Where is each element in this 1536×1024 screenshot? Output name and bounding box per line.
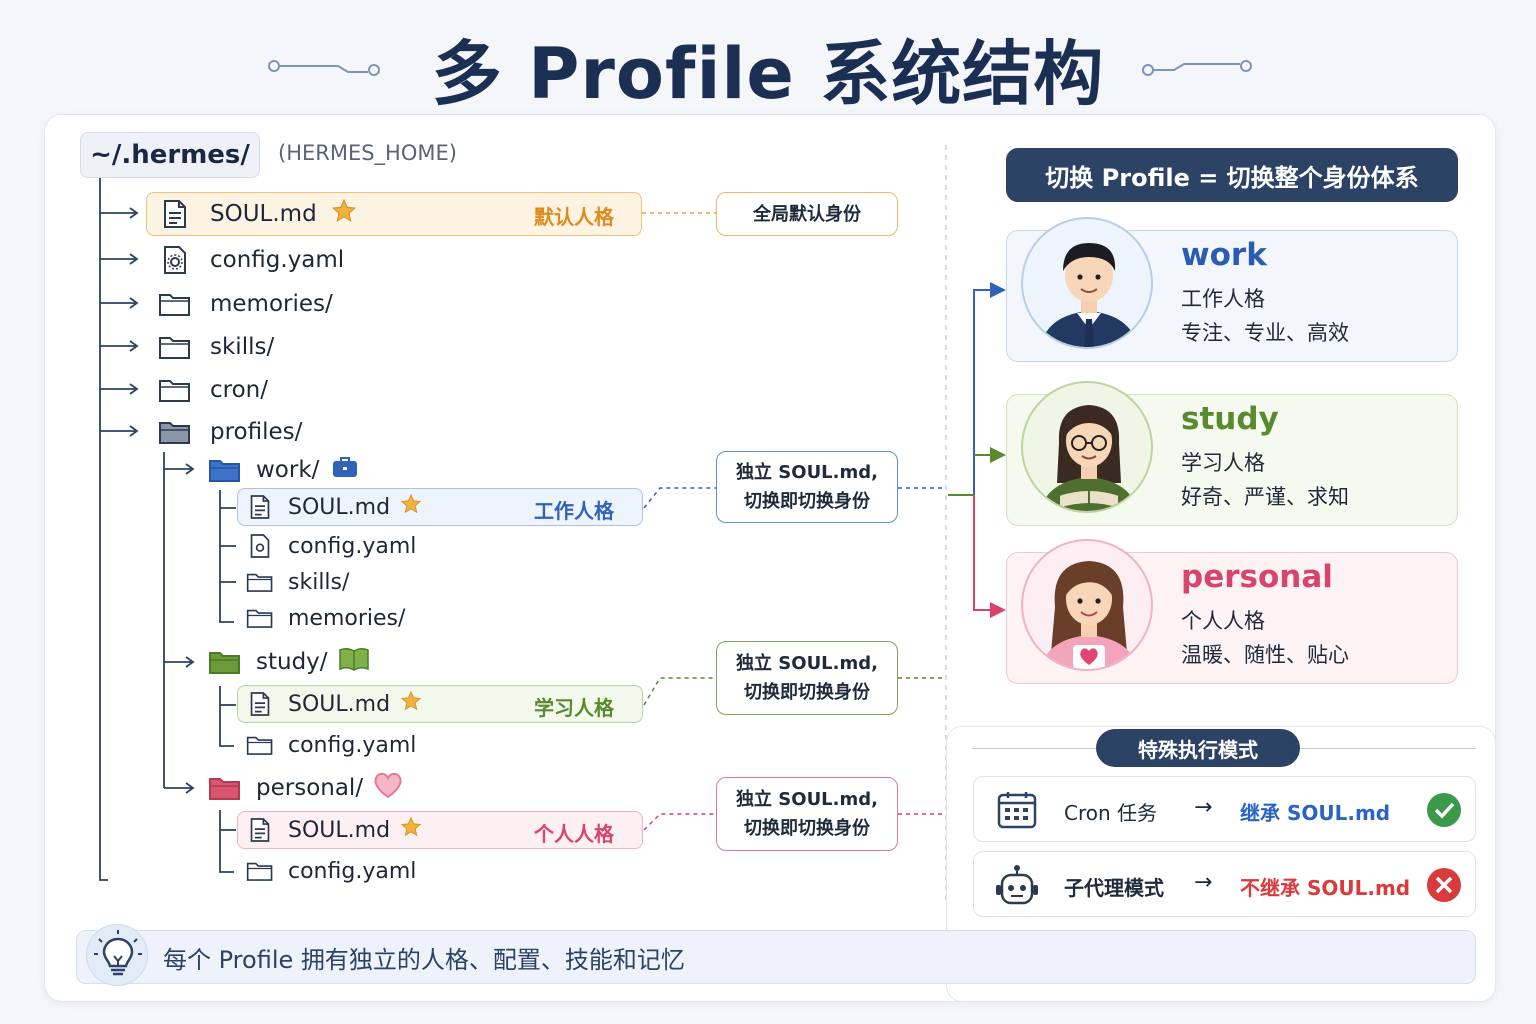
book-icon — [338, 646, 370, 678]
default-persona-tag: 默认人格 — [534, 205, 614, 229]
document-icon — [246, 494, 274, 520]
work-card-name: work — [1181, 237, 1267, 273]
study-persona-tag: 学习人格 — [534, 696, 614, 720]
folder-icon — [246, 733, 274, 757]
folder-icon — [158, 290, 192, 318]
lightbulb-icon — [86, 924, 148, 986]
root-directory: ~/.hermes/ — [80, 132, 260, 178]
footer-text: 每个 Profile 拥有独立的人格、配置、技能和记忆 — [163, 945, 685, 974]
config-file-icon — [246, 533, 274, 559]
switch-profile-header: 切换 Profile = 切换整个身份体系 — [1006, 148, 1458, 202]
folder-icon — [246, 859, 274, 883]
study-avatar — [1021, 381, 1153, 513]
personal-persona-tag: 个人人格 — [534, 822, 614, 846]
root-env-label: (HERMES_HOME) — [278, 141, 457, 165]
briefcase-icon — [331, 455, 359, 485]
tree-item-soul[interactable]: SOUL.md — [158, 194, 357, 234]
callout-line-1: 独立 SOUL.md, — [736, 653, 878, 674]
study-card-name: study — [1181, 401, 1279, 437]
work-soul-item[interactable]: SOUL.md — [246, 487, 422, 527]
document-icon — [246, 817, 274, 843]
study-card-role: 学习人格 — [1181, 451, 1265, 475]
work-avatar — [1021, 217, 1153, 349]
star-icon — [400, 816, 422, 844]
personal-avatar — [1021, 539, 1153, 671]
star-icon — [331, 198, 357, 230]
work-config-item[interactable]: config.yaml — [246, 526, 416, 566]
global-identity-callout: 全局默认身份 — [716, 192, 898, 236]
personal-card-role: 个人人格 — [1181, 609, 1265, 633]
folder-icon — [158, 376, 192, 404]
personal-independent-callout: 独立 SOUL.md, 切换即切换身份 — [716, 777, 898, 851]
work-card-traits: 专注、专业、高效 — [1181, 321, 1349, 345]
callout-line-2: 切换即切换身份 — [744, 818, 870, 839]
heart-icon — [373, 771, 403, 805]
personal-config-item[interactable]: config.yaml — [246, 851, 416, 891]
mode-row-cron: Cron 任务 → 继承 SOUL.md — [973, 776, 1476, 842]
cron-mode-label: Cron 任务 — [1064, 801, 1158, 825]
footer-note: 每个 Profile 拥有独立的人格、配置、技能和记忆 — [76, 930, 1476, 984]
profile-card-study[interactable]: study 学习人格 好奇、严谨、求知 — [1006, 381, 1458, 526]
calendar-icon — [996, 789, 1038, 836]
pink-folder-icon — [208, 774, 242, 802]
work-skills-item[interactable]: skills/ — [246, 562, 349, 602]
tree-item-skills[interactable]: skills/ — [158, 327, 274, 367]
study-independent-callout: 独立 SOUL.md, 切换即切换身份 — [716, 641, 898, 715]
document-icon — [158, 199, 192, 229]
profile-folder-work[interactable]: work/ — [208, 450, 359, 490]
work-persona-tag: 工作人格 — [534, 499, 614, 523]
green-folder-icon — [208, 648, 242, 676]
folder-icon — [246, 570, 274, 594]
mode-title-rule-left — [972, 748, 1096, 749]
title-right-decoration — [1142, 60, 1252, 76]
callout-line-1: 独立 SOUL.md, — [736, 462, 878, 483]
cron-result: 继承 SOUL.md — [1240, 801, 1391, 825]
subagent-arrow: → — [1194, 870, 1213, 895]
special-mode-title: 特殊执行模式 — [1096, 729, 1300, 767]
study-config-item[interactable]: config.yaml — [246, 725, 416, 765]
folder-open-icon — [158, 418, 192, 446]
cross-icon — [1426, 867, 1462, 908]
profile-card-work[interactable]: work 工作人格 专注、专业、高效 — [1006, 217, 1458, 362]
work-independent-callout: 独立 SOUL.md, 切换即切换身份 — [716, 451, 898, 523]
tree-item-cron[interactable]: cron/ — [158, 370, 268, 410]
folder-icon — [246, 606, 274, 630]
tree-item-memories[interactable]: memories/ — [158, 284, 333, 324]
config-file-icon — [158, 245, 192, 275]
work-memories-item[interactable]: memories/ — [246, 598, 405, 638]
blue-folder-icon — [208, 456, 242, 484]
work-card-role: 工作人格 — [1181, 287, 1265, 311]
star-icon — [400, 690, 422, 718]
tree-item-config[interactable]: config.yaml — [158, 240, 344, 280]
callout-line-2: 切换即切换身份 — [744, 491, 870, 512]
global-identity-text: 全局默认身份 — [753, 203, 861, 225]
robot-icon — [994, 863, 1040, 912]
study-soul-item[interactable]: SOUL.md — [246, 684, 422, 724]
profile-folder-personal[interactable]: personal/ — [208, 768, 403, 808]
check-icon — [1426, 792, 1462, 833]
callout-line-1: 独立 SOUL.md, — [736, 789, 878, 810]
tree-item-profiles[interactable]: profiles/ — [158, 412, 302, 452]
study-card-traits: 好奇、严谨、求知 — [1181, 485, 1349, 509]
personal-card-traits: 温暖、随性、贴心 — [1181, 643, 1349, 667]
mode-title-rule-right — [1300, 748, 1476, 749]
personal-soul-item[interactable]: SOUL.md — [246, 810, 422, 850]
personal-card-name: personal — [1181, 559, 1333, 595]
star-icon — [400, 493, 422, 521]
cron-arrow: → — [1194, 795, 1213, 820]
subagent-mode-label: 子代理模式 — [1064, 876, 1164, 900]
callout-line-2: 切换即切换身份 — [744, 682, 870, 703]
folder-icon — [158, 333, 192, 361]
document-icon — [246, 691, 274, 717]
profile-folder-study[interactable]: study/ — [208, 642, 370, 682]
profile-card-personal[interactable]: personal 个人人格 温暖、随性、贴心 — [1006, 539, 1458, 684]
subagent-result: 不继承 SOUL.md — [1240, 876, 1411, 900]
mode-row-subagent: 子代理模式 → 不继承 SOUL.md — [973, 851, 1476, 917]
